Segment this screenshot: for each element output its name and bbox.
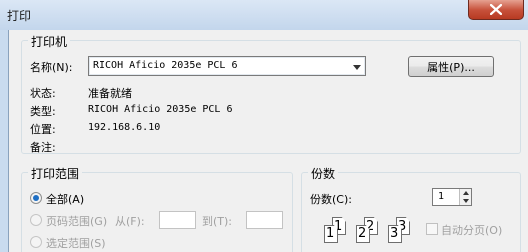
to-input[interactable]: [246, 211, 283, 229]
copies-spin-buttons: [459, 189, 471, 205]
collate-checkbox-label[interactable]: 自动分页(O): [441, 222, 502, 238]
print-range-title: 打印范围: [28, 165, 83, 182]
print-range-group: 打印范围 全部(A) 页码范围(G) 从(F): 到(T): 选定范围(S): [21, 165, 293, 252]
chevron-up-icon: [462, 191, 469, 195]
status-value: 准备就绪: [88, 87, 132, 100]
to-label: 到(T):: [202, 215, 233, 228]
collate-page-number: 3: [390, 226, 399, 241]
close-button[interactable]: [468, 0, 524, 20]
pages-radio-label[interactable]: 页码范围(G): [46, 213, 107, 229]
copies-label: 份数(C):: [310, 193, 352, 206]
printer-group-title: 打印机: [28, 33, 71, 50]
all-radio[interactable]: [30, 192, 42, 204]
spin-down-button[interactable]: [460, 197, 471, 205]
comment-label: 备注:: [30, 141, 56, 154]
from-label: 从(F):: [115, 215, 145, 228]
title-bar: 打印: [0, 0, 528, 30]
collate-page-number: 1: [326, 226, 335, 241]
selection-radio[interactable]: [30, 236, 42, 248]
collate-page-number: 2: [358, 226, 367, 241]
type-value: RICOH Aficio 2035e PCL 6: [88, 104, 233, 115]
chevron-down-icon: [353, 65, 361, 70]
from-input[interactable]: [159, 211, 196, 229]
printer-name-select[interactable]: RICOH Aficio 2035e PCL 6: [88, 56, 366, 76]
location-value: 192.168.6.10: [88, 122, 161, 133]
window-title: 打印: [7, 9, 32, 23]
collate-illustration: 1 1 2 2 3 3: [324, 215, 424, 252]
dialog-body: 打印机 名称(N): RICOH Aficio 2035e PCL 6 属性(P…: [8, 30, 528, 252]
close-icon: [490, 3, 502, 15]
copies-value: 1: [438, 191, 445, 202]
copies-title: 份数: [308, 165, 339, 182]
all-radio-label[interactable]: 全部(A): [46, 191, 84, 207]
pages-radio[interactable]: [30, 214, 42, 226]
printer-name-value: RICOH Aficio 2035e PCL 6: [93, 60, 238, 71]
properties-button-label: 属性(P)...: [427, 60, 475, 74]
status-label: 状态:: [30, 87, 56, 100]
type-label: 类型:: [30, 105, 56, 118]
chevron-down-icon: [462, 199, 469, 203]
copies-group: 份数 份数(C): 1 1 1 2 2 3 3 自动分页(O): [301, 165, 521, 252]
printer-name-label: 名称(N):: [30, 61, 73, 74]
copies-stepper[interactable]: 1: [432, 188, 472, 206]
printer-group: 打印机 名称(N): RICOH Aficio 2035e PCL 6 属性(P…: [21, 33, 521, 154]
collate-checkbox[interactable]: [426, 223, 438, 235]
properties-button[interactable]: 属性(P)...: [408, 56, 494, 77]
selection-radio-label[interactable]: 选定范围(S): [46, 235, 106, 251]
location-label: 位置:: [30, 123, 56, 136]
spin-up-button[interactable]: [460, 189, 471, 197]
